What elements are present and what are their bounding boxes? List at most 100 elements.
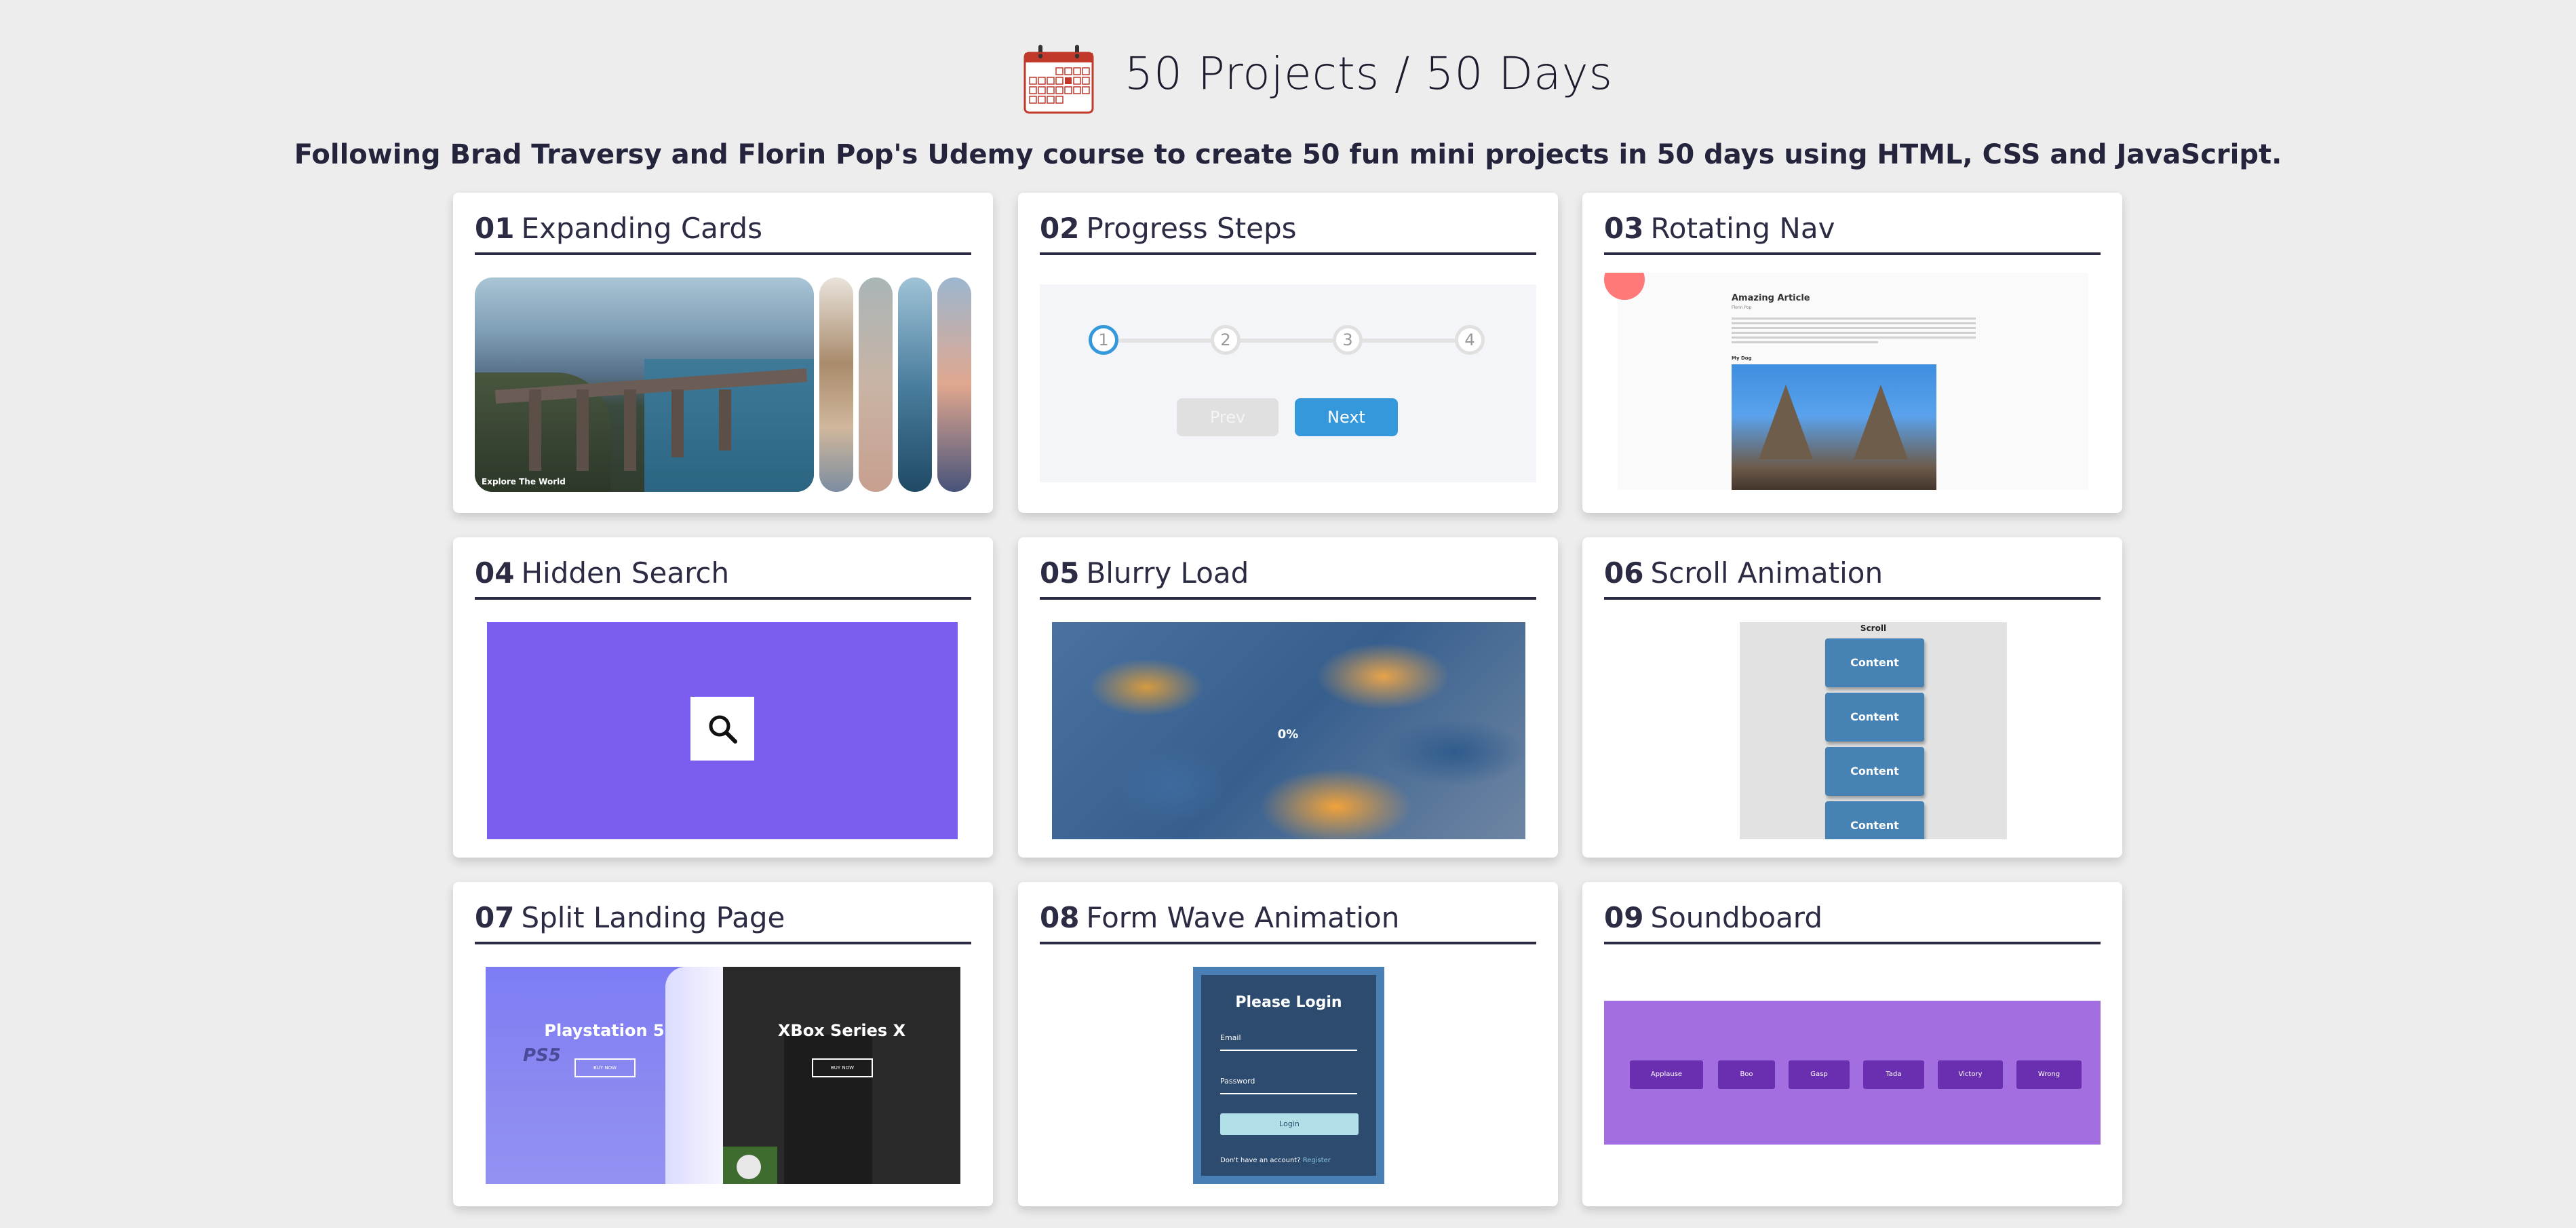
progress-step: 1 xyxy=(1089,325,1118,355)
register-text: Don't have an account? xyxy=(1220,1157,1301,1164)
card-preview: 1 2 3 4 Prev Next xyxy=(1040,277,1536,495)
loading-percent: 0% xyxy=(1277,727,1299,742)
card-name: Hidden Search xyxy=(521,556,730,590)
card-title: 05 Blurry Load xyxy=(1040,556,1536,600)
card-title: 09 Soundboard xyxy=(1604,901,2101,944)
ps5-logo: PS5 xyxy=(523,1045,561,1066)
card-name: Soundboard xyxy=(1650,901,1822,934)
xbox-logo-icon xyxy=(723,1147,777,1184)
project-card-split-landing-page[interactable]: 07 Split Landing Page PS5 Playstation 5 B… xyxy=(453,882,993,1206)
project-card-hidden-search[interactable]: 04 Hidden Search xyxy=(453,537,993,858)
search-button xyxy=(690,697,754,761)
content-box: Content xyxy=(1825,693,1924,742)
project-card-rotating-nav[interactable]: 03 Rotating Nav Amazing Article Florin Po… xyxy=(1582,193,2122,513)
split-right-panel: XBox Series X BUY NOW xyxy=(723,967,960,1184)
page-subtitle: Following Brad Traversy and Florin Pop's… xyxy=(294,139,2282,170)
content-box: Content xyxy=(1825,747,1924,796)
card-number: 07 xyxy=(475,901,515,934)
buy-now-button: BUY NOW xyxy=(812,1058,873,1077)
content-box: Content xyxy=(1825,638,1924,687)
card-name: Expanding Cards xyxy=(521,212,762,245)
card-number: 03 xyxy=(1604,212,1644,245)
sound-button: Wrong xyxy=(2016,1060,2082,1089)
project-card-soundboard[interactable]: 09 Soundboard Applause Boo Gasp Tada Vict… xyxy=(1582,882,2122,1206)
card-title: 02 Progress Steps xyxy=(1040,212,1536,255)
card-preview: 0% xyxy=(1040,622,1536,839)
sound-button: Victory xyxy=(1938,1060,2003,1089)
card-preview: Amazing Article Florin Pop My Dog xyxy=(1604,273,2101,490)
panel-caption: Explore The World xyxy=(482,477,566,486)
search-icon xyxy=(709,715,737,744)
expanding-panel xyxy=(898,277,932,492)
card-title: 01 Expanding Cards xyxy=(475,212,971,255)
article-heading: My Dog xyxy=(1732,356,1752,361)
card-number: 08 xyxy=(1040,901,1080,934)
sound-button: Gasp xyxy=(1789,1060,1850,1089)
project-card-form-wave-animation[interactable]: 08 Form Wave Animation Please Login Email… xyxy=(1018,882,1558,1206)
split-left-title: Playstation 5 xyxy=(544,1021,665,1040)
project-card-blurry-load[interactable]: 05 Blurry Load 0% xyxy=(1018,537,1558,858)
card-preview: Please Login Email Password Login Don't … xyxy=(1040,967,1536,1184)
header: 50 Projects / 50 Days xyxy=(0,27,2576,129)
xbox-image xyxy=(784,1035,872,1184)
scroll-heading: Scroll xyxy=(1860,623,1887,633)
card-title: 06 Scroll Animation xyxy=(1604,556,2101,600)
card-preview: Scroll Content Content Content Content xyxy=(1604,622,2101,839)
expanding-panel xyxy=(859,277,893,492)
progress-step: 3 xyxy=(1333,325,1363,355)
expanding-panel-active: Explore The World xyxy=(475,277,814,492)
login-button: Login xyxy=(1220,1113,1359,1135)
article-author: Florin Pop xyxy=(1732,305,1752,310)
content-box: Content xyxy=(1825,801,1924,839)
register-prompt: Don't have an account? Register xyxy=(1220,1157,1331,1164)
page-title: 50 Projects / 50 Days xyxy=(1125,47,1614,100)
sound-button: Applause xyxy=(1630,1060,1703,1089)
card-title: 07 Split Landing Page xyxy=(475,901,971,944)
card-number: 09 xyxy=(1604,901,1644,934)
card-preview: Applause Boo Gasp Tada Victory Wrong xyxy=(1604,967,2101,1184)
card-name: Form Wave Animation xyxy=(1086,901,1400,934)
card-title: 03 Rotating Nav xyxy=(1604,212,2101,255)
article-title: Amazing Article xyxy=(1732,293,1810,303)
login-heading: Please Login xyxy=(1235,994,1342,1011)
menu-toggle-circle xyxy=(1604,273,1645,300)
password-label: Password xyxy=(1220,1077,1255,1086)
card-title: 08 Form Wave Animation xyxy=(1040,901,1536,944)
card-number: 04 xyxy=(475,556,515,590)
progress-step: 4 xyxy=(1455,325,1485,355)
expanding-panel xyxy=(937,277,971,492)
progress-step: 2 xyxy=(1211,325,1241,355)
card-preview: Explore The World xyxy=(475,277,971,495)
project-card-expanding-cards[interactable]: 01 Expanding Cards Explore The World xyxy=(453,193,993,513)
project-card-scroll-animation[interactable]: 06 Scroll Animation Scroll Content Conten… xyxy=(1582,537,2122,858)
card-name: Progress Steps xyxy=(1086,212,1297,245)
password-field xyxy=(1220,1093,1357,1094)
card-number: 01 xyxy=(475,212,515,245)
card-name: Blurry Load xyxy=(1086,556,1249,590)
card-preview: PS5 Playstation 5 BUY NOW XBox Series X … xyxy=(475,967,971,1184)
card-number: 06 xyxy=(1604,556,1644,590)
article-text xyxy=(1732,315,1976,346)
next-button: Next xyxy=(1295,398,1398,436)
prev-button: Prev xyxy=(1177,398,1279,436)
card-name: Split Landing Page xyxy=(521,901,785,934)
register-link: Register xyxy=(1302,1157,1331,1164)
card-preview xyxy=(475,622,971,839)
email-label: Email xyxy=(1220,1033,1241,1042)
sound-button: Boo xyxy=(1718,1060,1775,1089)
card-name: Rotating Nav xyxy=(1650,212,1835,245)
split-left-panel: PS5 Playstation 5 BUY NOW xyxy=(486,967,726,1184)
calendar-icon xyxy=(1023,45,1094,114)
dog-image xyxy=(1732,364,1936,490)
project-card-progress-steps[interactable]: 02 Progress Steps 1 2 3 4 Prev Next xyxy=(1018,193,1558,513)
email-field xyxy=(1220,1050,1357,1051)
buy-now-button: BUY NOW xyxy=(574,1058,636,1077)
console-image xyxy=(665,967,726,1184)
sound-button: Tada xyxy=(1863,1060,1924,1089)
card-title: 04 Hidden Search xyxy=(475,556,971,600)
card-number: 02 xyxy=(1040,212,1080,245)
card-number: 05 xyxy=(1040,556,1080,590)
split-right-title: XBox Series X xyxy=(777,1021,906,1040)
expanding-panel xyxy=(819,277,853,492)
card-name: Scroll Animation xyxy=(1650,556,1884,590)
